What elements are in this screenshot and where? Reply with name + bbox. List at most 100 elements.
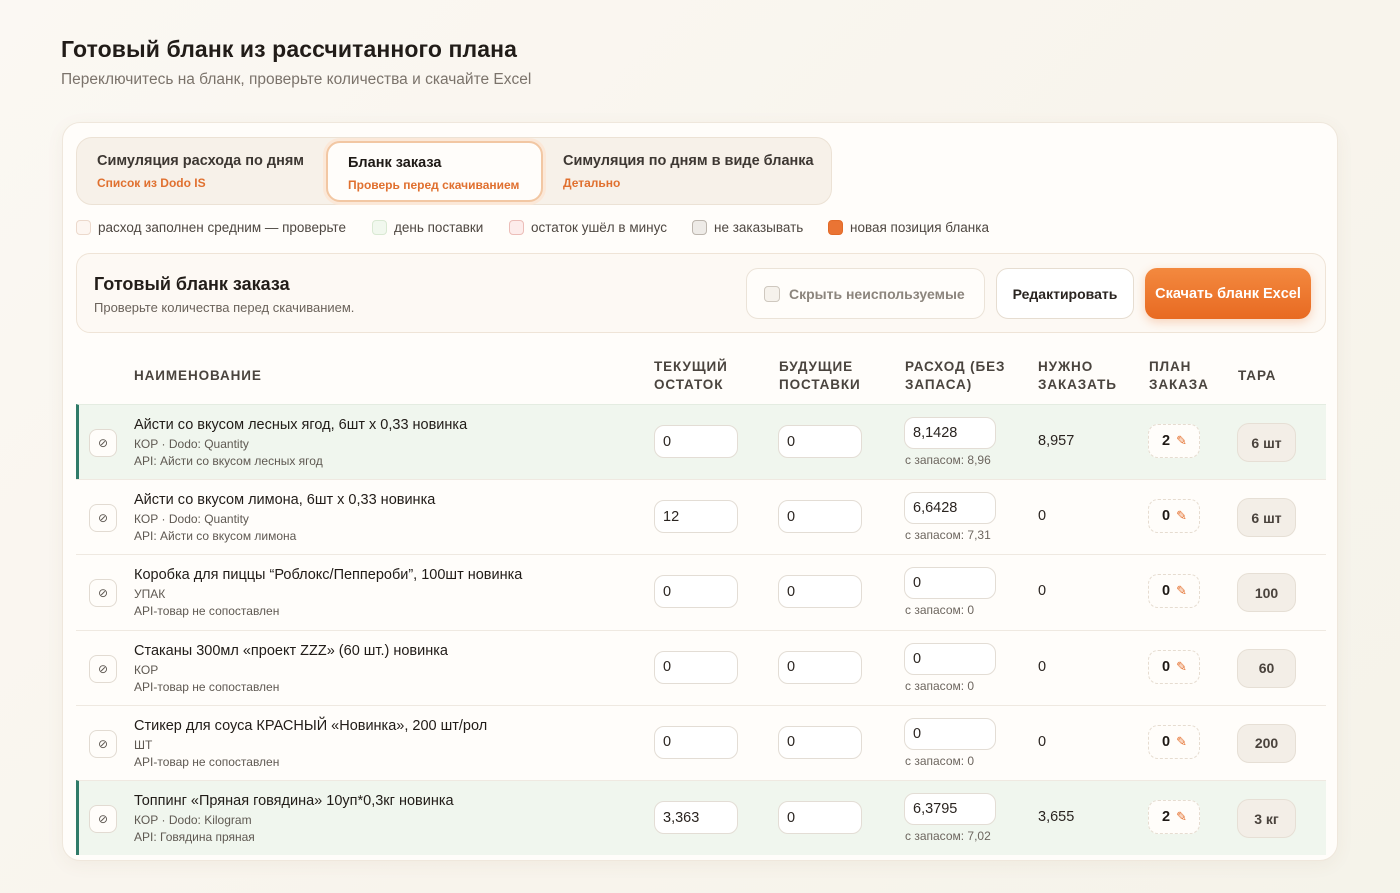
current-stock-input[interactable] xyxy=(654,801,738,834)
col-header-line: НУЖНО xyxy=(1038,359,1094,374)
tab-label: Симуляция по дням в виде бланка xyxy=(563,153,814,169)
legend-swatch xyxy=(509,220,524,235)
legend-label: не заказывать xyxy=(714,220,804,235)
item-name: Стаканы 300мл «проект ZZZ» (60 шт.) нови… xyxy=(134,642,448,659)
do-not-order-icon[interactable]: ⊘ xyxy=(89,729,117,758)
do-not-order-icon[interactable]: ⊘ xyxy=(89,429,117,457)
form-subtitle: Проверьте количества перед скачиванием. xyxy=(94,300,355,315)
edit-button[interactable]: Редактировать xyxy=(996,268,1134,319)
plan-order-pill[interactable]: 2 ✎ xyxy=(1148,800,1200,834)
item-api-mapping: API: Говядина пряная xyxy=(134,830,255,844)
table-row: ⊘ Айсти со вкусом лесных ягод, 6шт х 0,3… xyxy=(76,404,1326,479)
plan-order-value: 0 xyxy=(1162,658,1171,675)
col-header-current: ТЕКУЩИЙ ОСТАТОК xyxy=(654,358,728,394)
do-not-order-icon[interactable]: ⊘ xyxy=(89,805,117,833)
future-deliveries-input[interactable] xyxy=(778,500,862,534)
rate-with-reserve: с запасом: 7,31 xyxy=(905,528,991,543)
future-deliveries-input[interactable] xyxy=(778,575,862,609)
download-excel-button[interactable]: Скачать бланк Excel xyxy=(1145,268,1311,319)
consumption-rate-input[interactable] xyxy=(904,642,996,675)
consumption-rate-input[interactable] xyxy=(904,567,996,600)
pencil-icon: ✎ xyxy=(1176,508,1187,524)
consumption-rate-input[interactable] xyxy=(904,793,996,825)
plan-order-pill[interactable]: 0 ✎ xyxy=(1148,724,1200,759)
col-header-name: НАИМЕНОВАНИЕ xyxy=(134,368,262,383)
tara-badge: 60 xyxy=(1237,648,1296,688)
rate-with-reserve: с запасом: 7,02 xyxy=(905,829,991,843)
tab-order-form[interactable]: Бланк заказа Проверь перед скачиванием xyxy=(326,141,543,202)
tab-sublabel: Список из Dodo IS xyxy=(97,176,206,190)
col-header-line: ТЕКУЩИЙ xyxy=(654,359,728,374)
legend-label: остаток ушёл в минус xyxy=(531,220,667,235)
col-header-rate: РАСХОД (БЕЗ ЗАПАСА) xyxy=(905,358,1005,394)
plan-order-pill[interactable]: 2 ✎ xyxy=(1148,424,1200,458)
item-meta: ШТ xyxy=(134,737,153,752)
legend-swatch xyxy=(76,220,91,235)
col-header-plan: ПЛАН ЗАКАЗА xyxy=(1149,358,1209,394)
current-stock-input[interactable] xyxy=(654,425,738,458)
plan-order-pill[interactable]: 0 ✎ xyxy=(1148,499,1200,534)
pencil-icon: ✎ xyxy=(1176,733,1187,749)
current-stock-input[interactable] xyxy=(654,650,738,684)
future-deliveries-input[interactable] xyxy=(778,801,862,834)
col-header-line: ОСТАТОК xyxy=(654,377,724,392)
need-to-order-value: 0 xyxy=(1038,658,1047,675)
plan-order-pill[interactable]: 0 ✎ xyxy=(1148,574,1200,609)
current-stock-input[interactable] xyxy=(654,725,738,759)
tara-badge: 3 кг xyxy=(1237,799,1296,838)
table-header: НАИМЕНОВАНИЕ ТЕКУЩИЙ ОСТАТОК БУДУЩИЕ ПОСТА… xyxy=(76,348,1326,404)
future-deliveries-input[interactable] xyxy=(778,725,862,759)
need-to-order-value: 0 xyxy=(1038,733,1047,750)
do-not-order-icon[interactable]: ⊘ xyxy=(89,579,117,608)
table-row: ⊘ Стаканы 300мл «проект ZZZ» (60 шт.) но… xyxy=(76,629,1326,705)
tab-consumption-simulation[interactable]: Симуляция расхода по дням Список из Dodo… xyxy=(77,141,325,202)
tab-label: Симуляция расхода по дням xyxy=(97,153,305,169)
pencil-icon: ✎ xyxy=(1176,658,1187,674)
consumption-rate-input[interactable] xyxy=(904,492,996,525)
col-header-line: ЗАПАСА) xyxy=(905,377,973,392)
col-header-future: БУДУЩИЕ ПОСТАВКИ xyxy=(779,358,861,394)
consumption-rate-input[interactable] xyxy=(904,717,996,750)
current-stock-input[interactable] xyxy=(654,575,738,609)
need-to-order-value: 0 xyxy=(1038,583,1047,600)
legend-label: день поставки xyxy=(394,220,484,235)
hide-unused-checkbox[interactable] xyxy=(764,285,780,302)
legend-swatch xyxy=(372,220,387,235)
rate-with-reserve: с запасом: 0 xyxy=(905,678,975,693)
plan-order-value: 2 xyxy=(1162,433,1171,449)
item-meta: КОР · Dodo: Quantity xyxy=(134,512,249,527)
need-to-order-value: 8,957 xyxy=(1038,433,1075,449)
hide-unused-toggle[interactable]: Скрыть неиспользуемые xyxy=(746,268,985,319)
legend-item-average-rate: расход заполнен средним — проверьте xyxy=(76,220,346,235)
col-header-line: ЗАКАЗАТЬ xyxy=(1038,377,1117,392)
do-not-order-icon[interactable]: ⊘ xyxy=(89,654,117,683)
current-stock-input[interactable] xyxy=(654,500,738,534)
tab-simulation-as-form[interactable]: Симуляция по дням в виде бланка Детально xyxy=(543,141,831,202)
table-row: ⊘ Топпинг «Пряная говядина» 10уп*0,3кг н… xyxy=(76,780,1326,855)
consumption-rate-input[interactable] xyxy=(904,417,996,449)
rate-with-reserve: с запасом: 0 xyxy=(905,753,975,768)
item-name: Топпинг «Пряная говядина» 10уп*0,3кг нов… xyxy=(134,793,454,809)
do-not-order-icon[interactable]: ⊘ xyxy=(89,504,117,533)
future-deliveries-input[interactable] xyxy=(778,425,862,458)
item-name: Коробка для пиццы “Роблокс/Пеппероби”, 1… xyxy=(134,567,523,584)
legend-label: расход заполнен средним — проверьте xyxy=(98,220,346,235)
col-header-line: РАСХОД (БЕЗ xyxy=(905,359,1006,374)
plan-order-value: 0 xyxy=(1162,733,1171,750)
item-meta: КОР xyxy=(134,662,159,677)
plan-order-pill[interactable]: 0 ✎ xyxy=(1148,649,1200,684)
order-form-card: Симуляция расхода по дням Список из Dodo… xyxy=(62,122,1338,861)
table-row: ⊘ Коробка для пиццы “Роблокс/Пеппероби”,… xyxy=(76,554,1326,629)
legend-label: новая позиция бланка xyxy=(850,220,989,235)
col-header-tara: ТАРА xyxy=(1238,368,1277,383)
page-subtitle: Переключитесь на бланк, проверьте количе… xyxy=(61,71,532,88)
table-row: ⊘ Айсти со вкусом лимона, 6шт х 0,33 нов… xyxy=(76,479,1326,554)
tara-badge: 6 шт xyxy=(1237,423,1296,462)
item-meta: УПАК xyxy=(134,587,166,602)
future-deliveries-input[interactable] xyxy=(778,650,862,684)
item-name: Айсти со вкусом лимона, 6шт х 0,33 новин… xyxy=(134,492,436,509)
plan-order-value: 0 xyxy=(1162,583,1171,600)
item-api-mapping: API-товар не сопоставлен xyxy=(134,604,280,619)
item-meta: КОР · Dodo: Kilogram xyxy=(134,813,252,827)
item-api-mapping: API: Айсти со вкусом лесных ягод xyxy=(134,454,323,468)
